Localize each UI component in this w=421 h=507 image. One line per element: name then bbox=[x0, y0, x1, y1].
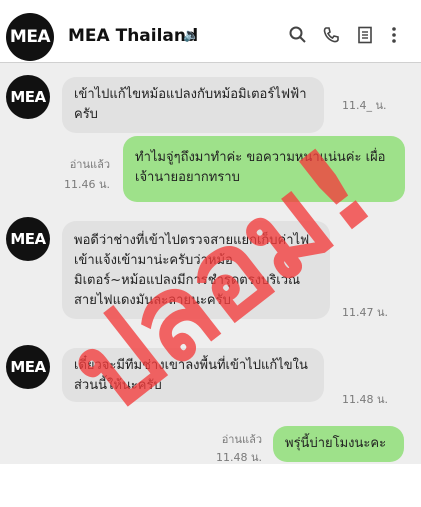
read-status: อ่านแล้ว bbox=[69, 158, 110, 171]
phone-icon[interactable] bbox=[322, 26, 340, 48]
message-bubble[interactable]: ทำไมจู่ๆถึงมาทำค่ะ ขอความหนาแน่นค่ะ เผื่… bbox=[123, 136, 405, 202]
read-status: อ่านแล้ว bbox=[221, 433, 262, 446]
message-bubble[interactable]: เข้าไปแก้ไขหม้อแปลงกับหม้อมิเตอร์ไฟฟ้าคร… bbox=[62, 77, 324, 133]
message-bubble[interactable]: เดี๋ยวจะมีทีมช่างเขาลงพื้นที่เข้าไปแก้ไข… bbox=[62, 348, 324, 402]
message-time: 11.46 น. bbox=[63, 178, 110, 191]
chat-title: MEA Thailand bbox=[68, 26, 199, 46]
message-time: 11.48 น. bbox=[342, 393, 389, 406]
mea-avatar[interactable]: MEA bbox=[6, 75, 50, 119]
mea-avatar[interactable]: MEA bbox=[6, 217, 50, 261]
menu-list-icon[interactable] bbox=[356, 26, 374, 48]
search-icon[interactable] bbox=[289, 26, 307, 48]
message-bubble[interactable]: พรุ่นี้บ่ายโมงนะคะ bbox=[273, 426, 404, 462]
speaker-icon: 🔈 bbox=[183, 28, 200, 43]
message-bubble[interactable]: พอดีว่าช่างที่เข้าไปตรวจสายแยกเก็บค่าไฟเ… bbox=[62, 221, 330, 319]
message-time: 11.47 น. bbox=[342, 306, 389, 319]
chat-header: MEA MEA Thailand 🔈 bbox=[0, 0, 421, 63]
more-vertical-icon[interactable] bbox=[390, 26, 398, 48]
mea-avatar[interactable]: MEA bbox=[6, 345, 50, 389]
mea-avatar[interactable]: MEA bbox=[6, 13, 54, 61]
message-time: 11.4_ น. bbox=[342, 99, 387, 112]
message-time: 11.48 น. bbox=[215, 451, 262, 464]
chat-area[interactable]: MEA เข้าไปแก้ไขหม้อแปลงกับหม้อมิเตอร์ไฟฟ… bbox=[0, 63, 421, 464]
